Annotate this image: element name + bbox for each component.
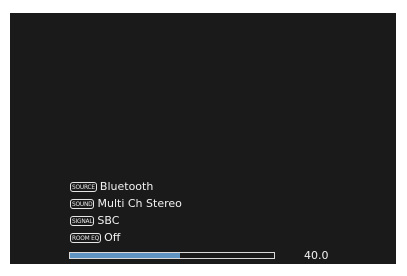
osd-screen: SOURCE Bluetooth SOUND Multi Ch Stereo S… [10, 13, 396, 264]
source-tag: SOURCE [70, 182, 97, 192]
signal-tag: SIGNAL [70, 216, 95, 226]
volume-bar [69, 252, 275, 259]
room-eq-tag: ROOM EQ [70, 233, 102, 243]
sound-tag: SOUND [70, 199, 95, 209]
volume-value: 40.0 [304, 249, 329, 262]
source-value: Bluetooth [99, 180, 154, 193]
sound-value: Multi Ch Stereo [97, 197, 182, 210]
sound-row: SOUND Multi Ch Stereo [70, 197, 182, 211]
room-eq-value: Off [104, 231, 121, 244]
signal-row: SIGNAL SBC [70, 214, 119, 228]
volume-bar-fill [70, 253, 181, 258]
signal-value: SBC [97, 214, 120, 227]
room-eq-row: ROOM EQ Off [70, 231, 120, 245]
source-row: SOURCE Bluetooth [70, 180, 153, 194]
